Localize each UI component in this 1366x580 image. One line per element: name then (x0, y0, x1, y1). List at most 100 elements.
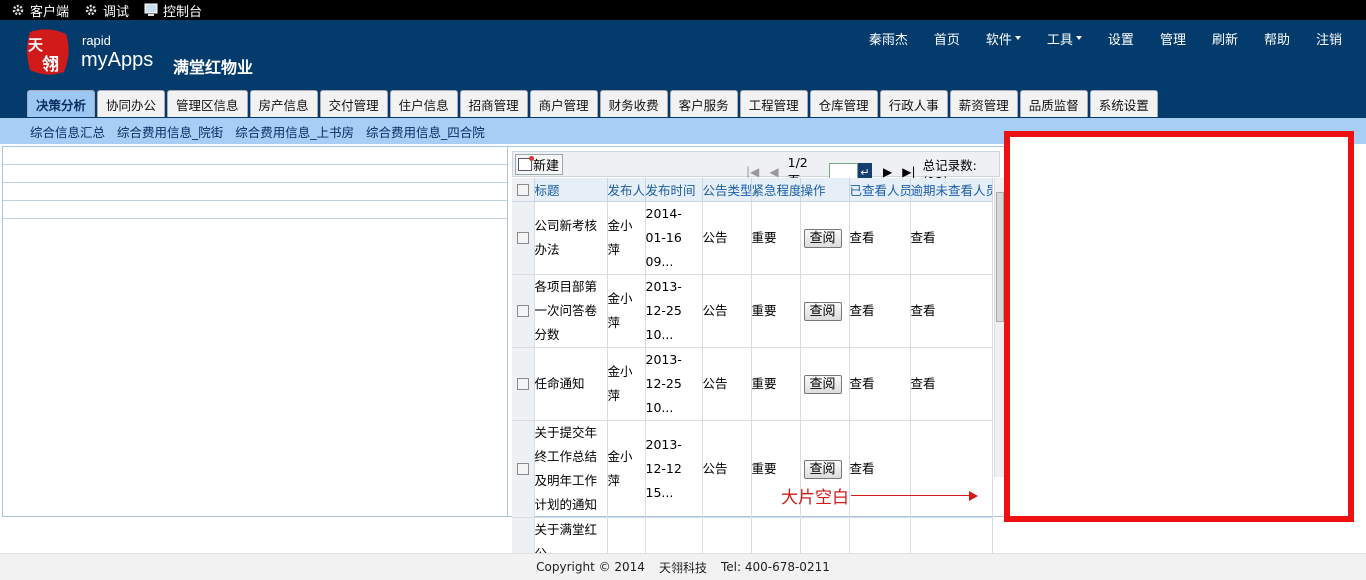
monitor-icon (143, 3, 159, 17)
module-tabs: 决策分析 协同办公 管理区信息 房产信息 交付管理 住户信息 招商管理 商户管理… (27, 90, 1160, 117)
row-type: 公告 (702, 347, 752, 421)
console-label: 控制台 (163, 4, 203, 20)
tab-warehouse[interactable]: 仓库管理 (809, 90, 878, 117)
annotation-label: 大片空白 (781, 483, 978, 508)
tab-payroll[interactable]: 薪资管理 (949, 90, 1018, 117)
view-button[interactable]: 查阅 (803, 301, 842, 321)
scrollbar-thumb[interactable] (996, 192, 1004, 322)
tab-property-info[interactable]: 房产信息 (249, 90, 318, 117)
row-viewed-link[interactable]: 查看 (849, 274, 911, 348)
svg-text:翎: 翎 (42, 54, 59, 75)
view-button[interactable]: 查阅 (803, 459, 842, 479)
tab-delivery[interactable]: 交付管理 (319, 90, 388, 117)
new-document-icon (518, 156, 534, 171)
tab-engineering[interactable]: 工程管理 (739, 90, 808, 117)
row-title[interactable]: 公司新考核办法 (534, 201, 608, 275)
logo: 天 翎 (24, 28, 72, 76)
row-action-cell: 查阅 (800, 347, 850, 421)
nav-software[interactable]: 软件 (973, 29, 1034, 48)
tab-management-area[interactable]: 管理区信息 (167, 90, 248, 117)
col-title[interactable]: 标题 (534, 178, 608, 202)
left-panel-row (3, 165, 507, 183)
table-row[interactable]: 任命通知 金小萍 2013-12-25 10... 公告 重要 查阅 查看 查看 (512, 347, 993, 421)
nav-label: 刷新 (1211, 32, 1238, 48)
new-button[interactable]: 新建 (515, 154, 563, 175)
row-publisher: 金小萍 (607, 274, 646, 348)
nav-refresh[interactable]: 刷新 (1199, 29, 1251, 48)
client-link[interactable]: 客户端 (10, 1, 69, 20)
tab-customer-service[interactable]: 客户服务 (669, 90, 738, 117)
row-type: 公告 (702, 274, 752, 348)
footer-company: 天翎科技 (658, 560, 707, 575)
row-overdue-link[interactable]: 查看 (910, 201, 993, 275)
footer: Copyright © 2014 天翎科技 Tel: 400-678-0211 (0, 553, 1366, 580)
nav-label: 首页 (933, 32, 960, 48)
debug-link[interactable]: 调试 (83, 1, 129, 20)
col-type[interactable]: 公告类型 (702, 178, 752, 202)
select-all-checkbox[interactable] (512, 178, 535, 202)
nav-help[interactable]: 帮助 (1251, 29, 1303, 48)
row-viewed-link[interactable]: 查看 (849, 347, 911, 421)
debug-label: 调试 (103, 4, 130, 20)
console-link[interactable]: 控制台 (143, 1, 202, 20)
row-urgency: 重要 (751, 201, 801, 275)
col-urgency[interactable]: 紧急程度 (751, 178, 801, 202)
nav-settings[interactable]: 设置 (1095, 29, 1147, 48)
subtab-fees-yuanjie[interactable]: 综合费用信息_院街 (117, 122, 223, 141)
row-title[interactable]: 任命通知 (534, 347, 608, 421)
subtab-fees-siheyuan[interactable]: 综合费用信息_四合院 (366, 122, 485, 141)
empty-area-highlight (1004, 131, 1354, 522)
footer-tel: Tel: 400-678-0211 (720, 560, 830, 574)
row-checkbox[interactable] (512, 274, 535, 348)
col-action: 操作 (800, 178, 850, 202)
row-title[interactable]: 各项目部第一次问答卷分数 (534, 274, 608, 348)
row-overdue-link[interactable]: 查看 (910, 347, 993, 421)
nav-manage[interactable]: 管理 (1147, 29, 1199, 48)
tab-collaboration[interactable]: 协同办公 (97, 90, 166, 117)
chevron-down-icon (1014, 36, 1021, 40)
tab-finance[interactable]: 财务收费 (599, 90, 668, 117)
nav-label: 设置 (1107, 32, 1134, 48)
row-checkbox[interactable] (512, 347, 535, 421)
row-viewed-link[interactable]: 查看 (849, 201, 911, 275)
tab-system-settings[interactable]: 系统设置 (1089, 90, 1158, 117)
row-checkbox[interactable] (512, 420, 535, 518)
view-button[interactable]: 查阅 (803, 374, 842, 394)
tab-resident-info[interactable]: 住户信息 (389, 90, 458, 117)
tab-hr[interactable]: 行政人事 (879, 90, 948, 117)
tab-decision-analysis[interactable]: 决策分析 (27, 90, 96, 117)
row-type: 公告 (702, 420, 752, 518)
table-header-row: 标题 发布人 发布时间 公告类型 紧急程度 操作 已查看人员 逾期未查看人员 (512, 178, 993, 202)
arrow-line (851, 495, 969, 496)
table-scrollbar[interactable] (994, 178, 1004, 477)
row-urgency: 重要 (751, 274, 801, 348)
col-overdue: 逾期未查看人员 (910, 178, 993, 202)
col-publisher[interactable]: 发布人 (607, 178, 646, 202)
row-checkbox[interactable] (512, 201, 535, 275)
row-overdue-link[interactable]: 查看 (910, 274, 993, 348)
subtab-summary[interactable]: 综合信息汇总 (30, 122, 105, 141)
tab-investment[interactable]: 招商管理 (459, 90, 528, 117)
row-publisher: 金小萍 (607, 347, 646, 421)
tab-merchant[interactable]: 商户管理 (529, 90, 598, 117)
table-row[interactable]: 各项目部第一次问答卷分数 金小萍 2013-12-25 10... 公告 重要 … (512, 274, 993, 348)
nav-tools[interactable]: 工具 (1034, 29, 1095, 48)
tab-quality[interactable]: 品质监督 (1019, 90, 1088, 117)
client-label: 客户端 (30, 4, 70, 20)
left-panel-row (3, 183, 507, 201)
nav-label: 软件 (985, 32, 1012, 48)
left-panel (2, 146, 508, 517)
row-title[interactable]: 关于提交年终工作总结及明年工作计划的通知 (534, 420, 608, 518)
col-viewed: 已查看人员 (849, 178, 911, 202)
nav-label: 注销 (1315, 32, 1342, 48)
svg-text:天: 天 (28, 36, 44, 54)
col-time[interactable]: 发布时间 (645, 178, 703, 202)
nav-home[interactable]: 首页 (921, 29, 973, 48)
nav-label: 帮助 (1263, 32, 1290, 48)
gear-icon (10, 3, 26, 17)
table-row[interactable]: 公司新考核办法 金小萍 2014-01-16 09... 公告 重要 查阅 查看… (512, 201, 993, 275)
user-name[interactable]: 秦雨杰 (856, 29, 921, 48)
nav-logout[interactable]: 注销 (1303, 29, 1366, 48)
subtab-fees-shangshufang[interactable]: 综合费用信息_上书房 (235, 122, 354, 141)
view-button[interactable]: 查阅 (803, 228, 842, 248)
